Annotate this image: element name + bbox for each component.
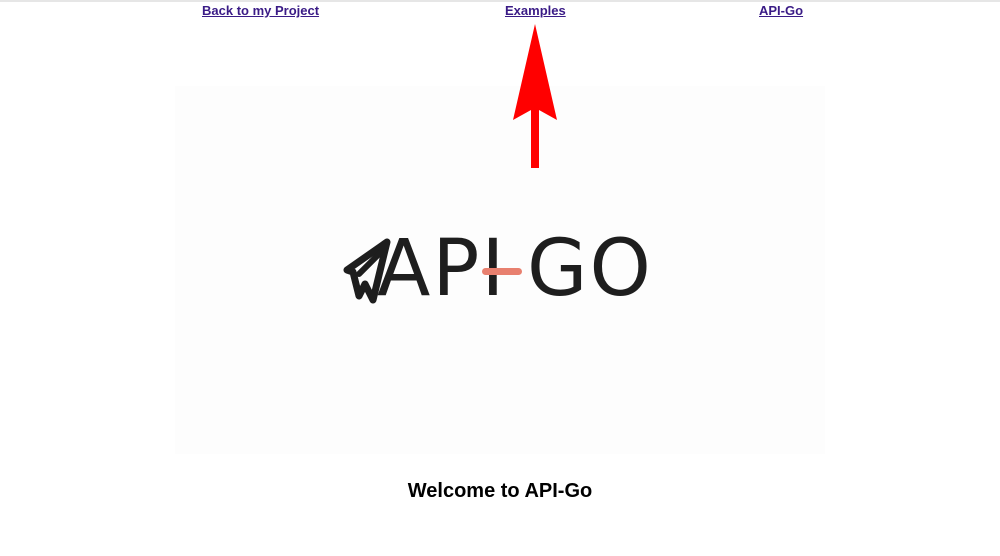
logo-go-text: GO <box>527 224 653 314</box>
api-go-link[interactable]: API-Go <box>759 3 803 18</box>
api-go-logo: API GO <box>343 228 659 310</box>
welcome-heading: Welcome to API-Go <box>407 480 593 502</box>
logo-dash <box>482 268 522 275</box>
red-arrow-up-icon <box>513 24 557 168</box>
back-to-project-link[interactable]: Back to my Project <box>202 3 319 18</box>
top-border <box>0 0 1000 2</box>
page: Back to my Project Examples API-Go API G… <box>0 0 1000 556</box>
examples-link[interactable]: Examples <box>505 3 566 18</box>
